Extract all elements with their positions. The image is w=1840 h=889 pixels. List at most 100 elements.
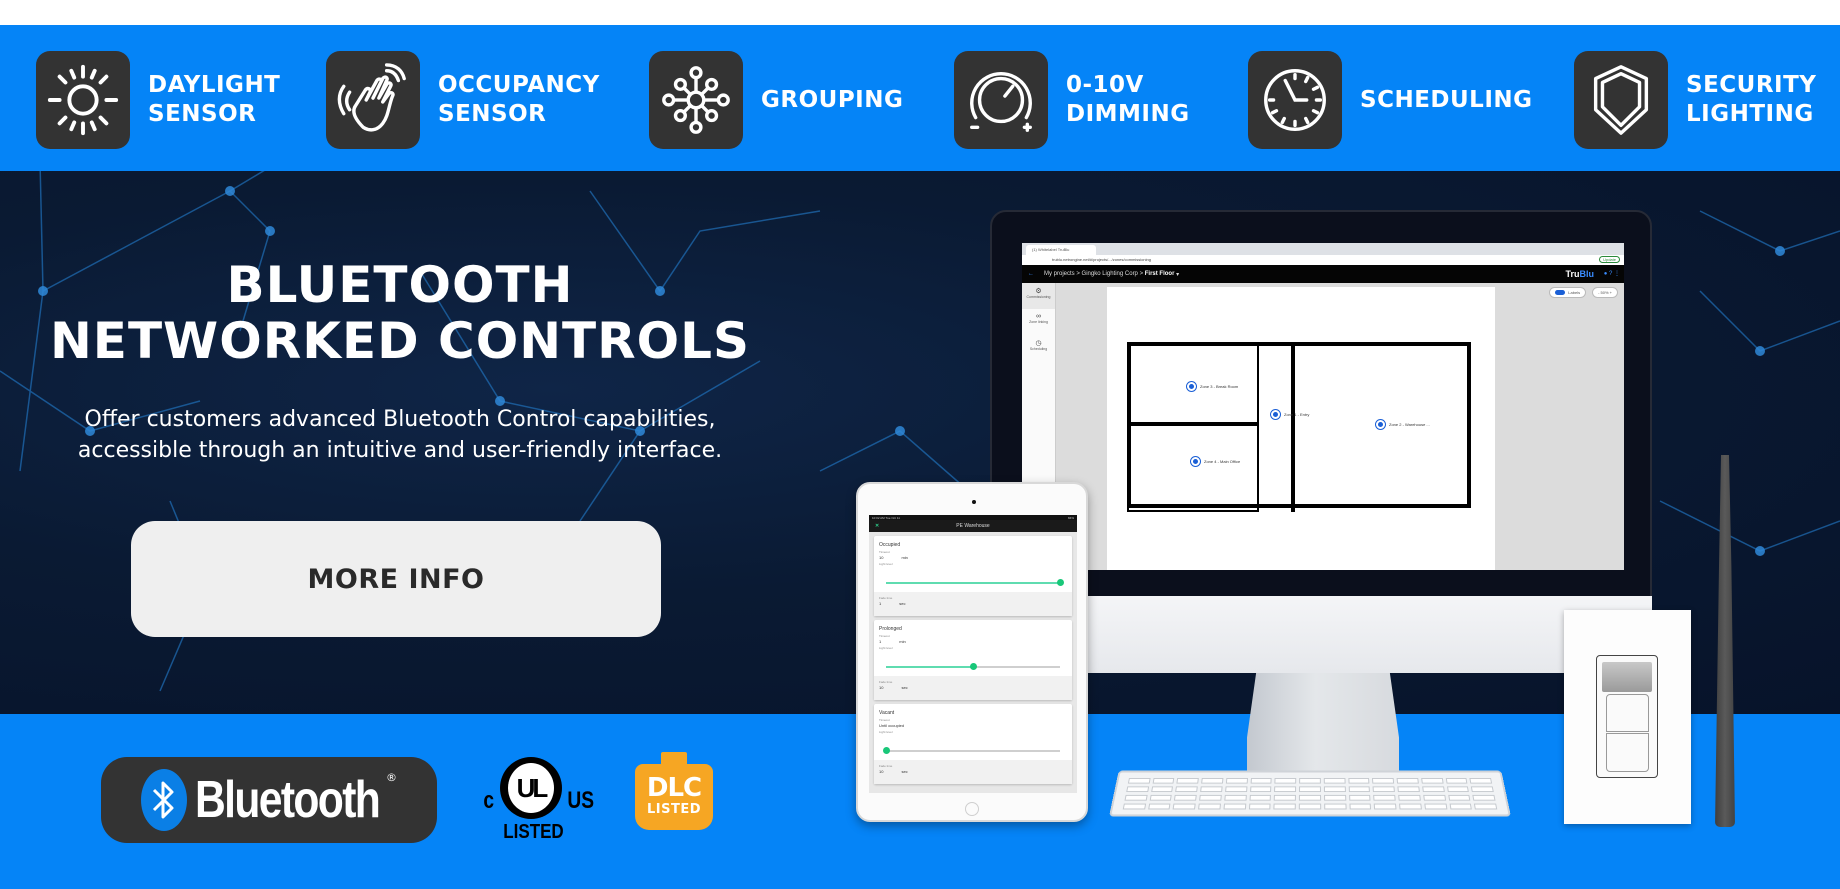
fade-time-field[interactable]: 1 sec — [874, 600, 1072, 608]
ul-text: UL — [508, 763, 554, 813]
keyboard-key — [1299, 794, 1321, 801]
zone-marker: Zone 3 - Break Room — [1187, 382, 1238, 391]
keyboard-key — [1323, 778, 1346, 784]
registered-mark: ® — [386, 771, 397, 784]
breadcrumb-item: My projects — [1044, 271, 1075, 277]
sun-icon — [47, 64, 119, 136]
monitor-chin — [990, 596, 1652, 673]
keyboard-key — [1469, 778, 1493, 784]
keyboard-key — [1248, 803, 1271, 810]
keyboard-key — [1223, 803, 1246, 810]
keyboard-key — [1471, 786, 1494, 793]
feature-label: 0-10V DIMMING — [1066, 72, 1190, 127]
slider-knob[interactable] — [970, 663, 977, 670]
feature-label: DAYLIGHT SENSOR — [148, 72, 281, 127]
shield-icon — [1593, 65, 1649, 135]
light-level-slider[interactable] — [883, 747, 1060, 754]
light-level-slider[interactable] — [886, 663, 1060, 670]
hero-subtitle-line1: Offer customers advanced Bluetooth Contr… — [84, 407, 716, 432]
keyboard-key — [1299, 778, 1321, 784]
tablet-header-title: PE Warehouse — [956, 523, 990, 529]
back-arrow-icon: ← — [1028, 271, 1034, 277]
fade-time-field[interactable]: 10 sec — [874, 768, 1072, 776]
feature-label: SCHEDULING — [1360, 86, 1533, 113]
light-profile-card: Vacant Timeout Until occupied Light level Fa… — [874, 704, 1072, 784]
card-title: Prolonged — [879, 626, 902, 632]
light-level-label: Light level — [879, 562, 893, 566]
feature-label: SECURITY LIGHTING — [1686, 72, 1817, 127]
dlc-title: DLC — [646, 773, 702, 803]
sidebar-item-zone-linking: ∞ Zone linking — [1029, 313, 1048, 324]
keyboard-key — [1324, 803, 1347, 810]
ul-listed-logo: c UL US LISTED — [482, 757, 595, 847]
keyboard-key — [1323, 794, 1346, 801]
card-title: Vacant — [879, 710, 895, 716]
hero-subtitle-line2: accessible through an intuitive and user… — [77, 438, 723, 463]
keyboard-key — [1299, 786, 1321, 793]
timeout-field[interactable]: 10 min — [874, 554, 1072, 562]
keyboard-key — [1472, 794, 1496, 801]
breadcrumb-item: First Floor — [1144, 271, 1175, 277]
light-level-slider[interactable] — [886, 579, 1064, 586]
dlc-subtitle: LISTED — [646, 802, 702, 817]
network-nodes-icon — [662, 66, 730, 134]
app-header: ← My projects > Gingko Lighting Corp > F… — [1022, 265, 1624, 283]
top-margin — [0, 0, 1840, 25]
bluetooth-logo: Bluetooth ® — [101, 757, 437, 843]
keyboard-key — [1347, 778, 1370, 784]
keyboard-key — [1398, 794, 1421, 801]
keyboard-key — [1249, 786, 1272, 793]
bell-icon: ● ? ⋮ — [1603, 271, 1620, 277]
bluetooth-icon — [152, 781, 174, 819]
ul-us-text: US — [567, 787, 595, 814]
slider-knob[interactable] — [883, 747, 890, 754]
floor-plan: Zone 3 - Break Room Zone 1 - Entry Zone … — [1127, 342, 1471, 512]
keyboard-key — [1175, 786, 1198, 793]
browser-tab: (1) Whitelabel TruBlu — [1026, 245, 1096, 255]
tablet-screen: 10:02 AM Tue Oct 11 84% ✕ PE Warehouse Occ… — [869, 515, 1077, 793]
keyboard-key — [1445, 778, 1468, 784]
keyboard-key — [1122, 803, 1146, 810]
tablet-camera — [972, 500, 976, 504]
ul-listed-text: LISTED — [503, 821, 564, 843]
breadcrumb-item: Gingko Lighting Corp — [1081, 271, 1138, 277]
keyboard — [1109, 770, 1511, 817]
keyboard-key — [1447, 794, 1471, 801]
keyboard-key — [1149, 794, 1173, 801]
timeout-field[interactable]: 1 min — [874, 638, 1072, 646]
feature-security-lighting: SECURITY LIGHTING — [1574, 50, 1816, 150]
keyboard-key — [1348, 794, 1371, 801]
feature-dimming: 0-10V DIMMING — [954, 50, 1190, 150]
ul-c-text: c — [483, 787, 495, 814]
feature-occupancy-sensor: OCCUPANCY SENSOR — [326, 50, 600, 150]
feature-daylight-sensor: DAYLIGHT SENSOR — [36, 50, 280, 150]
hero-title-line1: BLUETOOTH — [226, 256, 574, 314]
fade-time-field[interactable]: 10 sec — [874, 684, 1072, 692]
keyboard-key — [1396, 778, 1419, 784]
more-info-button[interactable]: MORE INFO — [131, 521, 661, 637]
slider-knob[interactable] — [1057, 579, 1064, 586]
feature-band: DAYLIGHT SENSOR OCCUPANCY SENSOR GROUPIN… — [0, 25, 1840, 171]
tablet-device: 10:02 AM Tue Oct 11 84% ✕ PE Warehouse Occ… — [856, 482, 1088, 822]
keyboard-key — [1421, 786, 1445, 793]
sensor-upper-button — [1606, 694, 1649, 732]
monitor-stand — [1247, 673, 1399, 777]
timeout-field[interactable]: Until occupied — [874, 722, 1072, 730]
desktop-monitor: (1) Whitelabel TruBlu trublu.netrongine.… — [990, 210, 1652, 598]
keyboard-key — [1124, 794, 1148, 801]
keyboard-key — [1424, 803, 1447, 810]
fade-time-label: Fade time — [879, 596, 893, 600]
keyboard-key — [1225, 786, 1248, 793]
keyboard-key — [1373, 794, 1396, 801]
browser-url: trublu.netrongine.net/#/projects/.../zon… — [1052, 257, 1151, 262]
keyboard-key — [1200, 786, 1223, 793]
waving-hand-icon — [337, 63, 406, 132]
keyboard-key — [1126, 786, 1149, 793]
keyboard-key — [1173, 803, 1196, 810]
occupancy-wall-sensor — [1564, 610, 1691, 824]
keyboard-key — [1323, 786, 1346, 793]
sensor-lens — [1602, 662, 1652, 692]
hero-subtitle: Offer customers advanced Bluetooth Contr… — [30, 404, 770, 466]
light-level-label: Light level — [879, 730, 893, 734]
monitor-screen: (1) Whitelabel TruBlu trublu.netrongine.… — [1022, 243, 1624, 570]
